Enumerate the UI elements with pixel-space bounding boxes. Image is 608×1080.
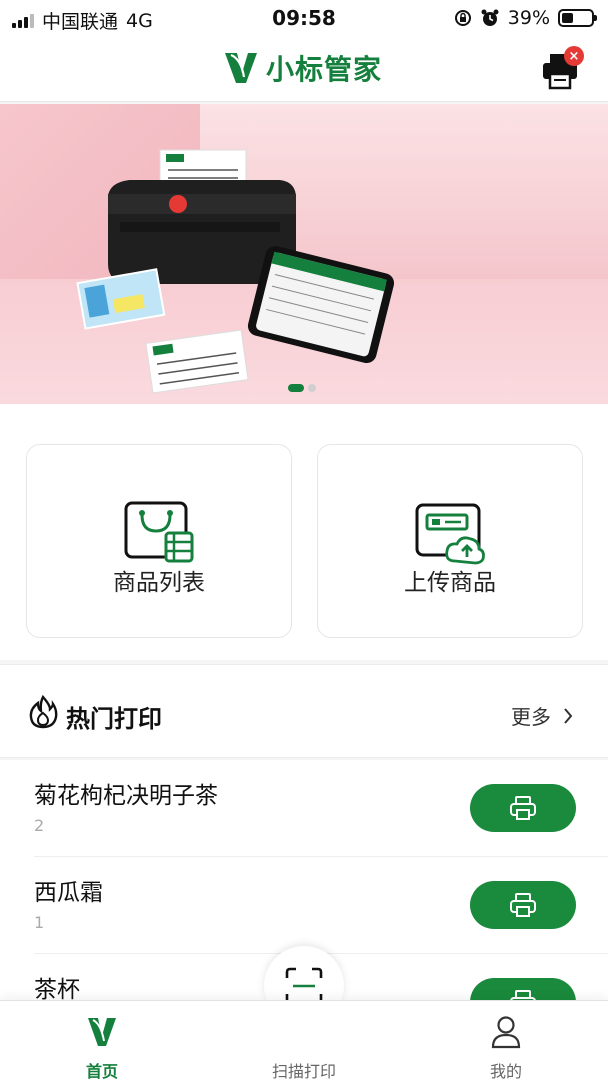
item-print-count: 1: [34, 913, 45, 932]
disconnected-badge-icon: ×: [564, 46, 584, 66]
product-list-icon: [124, 501, 194, 563]
banner-illustration: [76, 149, 395, 394]
printer-icon: [510, 893, 536, 917]
print-button[interactable]: [470, 978, 576, 1000]
pagination-dot-active[interactable]: [288, 384, 304, 392]
upload-product-label: 上传商品: [404, 570, 496, 596]
battery-percent: 39%: [507, 7, 550, 29]
brand: 小标管家: [222, 48, 382, 88]
item-name: 西瓜霜: [34, 880, 103, 906]
alarm-icon: [481, 9, 499, 26]
rotation-lock-icon: [454, 10, 471, 26]
tab-scan-label: 扫描打印: [271, 1062, 336, 1080]
flame-icon: [29, 695, 58, 729]
tab-bar: 首页 扫描打印 我的: [0, 1000, 608, 1080]
action-cards: 商品列表 上传商品: [0, 404, 608, 660]
printer-connection-button[interactable]: ×: [540, 46, 584, 90]
home-logo-icon: [88, 1018, 116, 1046]
printer-icon: [510, 990, 536, 1000]
printer-icon: [510, 796, 536, 820]
pagination-dot[interactable]: [308, 384, 316, 392]
tab-me[interactable]: 我的: [446, 1001, 566, 1080]
tab-scan[interactable]: 扫描打印: [244, 1001, 364, 1080]
item-name: 菊花枸杞决明子茶: [34, 783, 218, 809]
hot-print-title: 热门打印: [66, 705, 162, 733]
banner-pagination: [288, 384, 316, 392]
product-list-card[interactable]: 商品列表: [26, 444, 292, 638]
item-name: 茶杯: [34, 977, 80, 1000]
list-item[interactable]: 菊花枸杞决明子茶 2: [0, 760, 608, 857]
brand-logo-icon: [225, 53, 257, 83]
tab-me-label: 我的: [489, 1062, 522, 1080]
item-print-count: 2: [34, 816, 45, 835]
upload-product-card[interactable]: 上传商品: [317, 444, 583, 638]
tab-home-label: 首页: [85, 1062, 118, 1080]
print-button[interactable]: [470, 881, 576, 929]
status-right: 39%: [454, 7, 597, 29]
print-button[interactable]: [470, 784, 576, 832]
promo-banner[interactable]: [0, 104, 608, 404]
upload-product-icon: [415, 503, 485, 565]
more-link[interactable]: 更多: [511, 701, 573, 730]
app-header: 小标管家 ×: [0, 36, 608, 102]
hot-print-section-header: 热门打印 更多: [0, 664, 608, 758]
chevron-right-icon: [564, 707, 573, 724]
tab-home[interactable]: 首页: [42, 1001, 162, 1080]
status-bar: 中国联通 4G 09:58 39%: [0, 0, 608, 36]
product-list-label: 商品列表: [113, 570, 205, 596]
battery-icon: [558, 9, 597, 27]
app-title: 小标管家: [266, 53, 383, 86]
user-icon: [491, 1016, 521, 1049]
list-item[interactable]: 西瓜霜 1: [0, 857, 608, 954]
more-label: 更多: [511, 705, 551, 729]
